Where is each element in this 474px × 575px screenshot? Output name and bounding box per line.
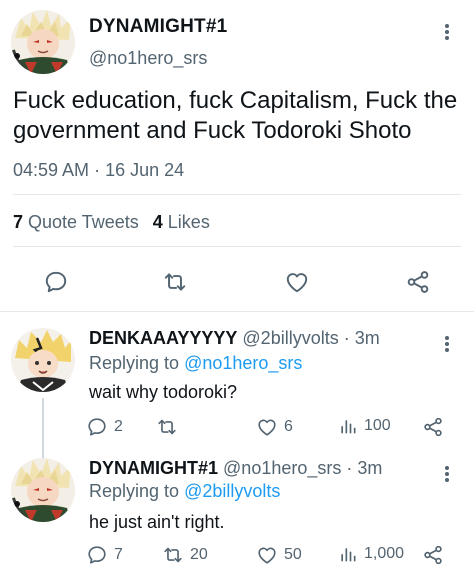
views-icon (341, 548, 356, 562)
avatar[interactable] (11, 458, 75, 522)
reply-text: he just ain't right. (89, 512, 225, 532)
like-button[interactable]: 50 (256, 544, 302, 566)
reply-count: 7 (114, 546, 123, 563)
more-vertical-icon[interactable] (441, 462, 453, 486)
reply-button[interactable]: 7 (86, 544, 123, 566)
reply-button[interactable]: 2 (86, 416, 123, 438)
views-button[interactable]: 100 (338, 416, 391, 436)
replying-to: Replying to @no1hero_srs (89, 353, 302, 374)
main-tweet: DYNAMIGHT#1 @no1hero_srs Fuck education,… (0, 0, 474, 312)
tweet-text: Fuck education, fuck Capitalism, Fuck th… (13, 87, 458, 144)
quote-tweets-label: Quote Tweets (28, 212, 139, 232)
handle[interactable]: @no1hero_srs (89, 48, 207, 69)
handle[interactable]: @2billyvolts (242, 328, 338, 348)
views-icon (341, 420, 356, 434)
reply-header: DENKAAAYYYYY @2billyvolts · 3m (89, 328, 380, 349)
avatar[interactable] (11, 10, 75, 74)
quote-tweets-stat[interactable]: 7 Quote Tweets (13, 212, 139, 233)
reply-age[interactable]: 3m (355, 328, 380, 348)
likes-label: Likes (167, 212, 210, 232)
divider (13, 194, 461, 195)
replying-to-prefix: Replying to (89, 481, 180, 501)
tweet-action-bar (0, 262, 474, 302)
share-icon[interactable] (405, 269, 431, 295)
retweet-button[interactable] (156, 416, 184, 438)
view-count: 1,000 (364, 545, 405, 562)
share-icon (424, 545, 442, 565)
tweet-time: 04:59 AM (13, 160, 90, 180)
like-count: 50 (284, 546, 302, 563)
reply-tweet[interactable]: DENKAAAYYYYY @2billyvolts · 3m Replying … (0, 312, 474, 464)
display-name[interactable]: DYNAMIGHT#1 (89, 16, 227, 38)
avatar[interactable] (11, 328, 75, 392)
header-separator: · (346, 458, 353, 478)
like-button[interactable]: 6 (256, 416, 293, 438)
retweet-icon (158, 419, 176, 435)
retweet-icon[interactable] (162, 269, 188, 295)
header-separator: · (343, 328, 350, 348)
heart-icon[interactable] (284, 269, 310, 295)
divider (13, 246, 461, 247)
views-button[interactable]: 1,000 (338, 544, 404, 564)
replying-to: Replying to @2billyvolts (89, 481, 280, 502)
likes-count: 4 (152, 212, 163, 232)
heart-icon (258, 547, 276, 564)
share-button[interactable] (422, 416, 444, 438)
more-vertical-icon[interactable] (441, 332, 453, 356)
more-vertical-icon[interactable] (441, 20, 453, 44)
handle[interactable]: @no1hero_srs (223, 458, 341, 478)
share-icon (424, 417, 442, 437)
reply-action-bar: 2 6 100 (86, 416, 474, 442)
comment-icon (88, 418, 106, 436)
engagement-stats: 7 Quote Tweets 4 Likes (13, 212, 210, 233)
display-name[interactable]: DENKAAAYYYYY (89, 328, 237, 348)
comment-icon (88, 546, 106, 564)
reply-header: DYNAMIGHT#1 @no1hero_srs · 3m (89, 458, 382, 479)
timestamp-separator: · (94, 160, 101, 180)
display-name[interactable]: DYNAMIGHT#1 (89, 458, 218, 478)
reply-tweet[interactable]: DYNAMIGHT#1 @no1hero_srs · 3m Replying t… (0, 448, 474, 575)
share-button[interactable] (422, 544, 444, 566)
quote-tweets-count: 7 (13, 212, 24, 232)
retweet-count: 20 (190, 546, 208, 563)
replying-to-mention[interactable]: @2billyvolts (184, 481, 280, 501)
reply-count: 2 (114, 418, 123, 435)
retweet-icon (164, 547, 182, 563)
reply-age[interactable]: 3m (357, 458, 382, 478)
comment-icon[interactable] (43, 269, 69, 295)
heart-icon (258, 419, 276, 436)
likes-stat[interactable]: 4 Likes (153, 212, 210, 233)
view-count: 100 (364, 417, 391, 434)
like-count: 6 (284, 418, 293, 435)
replying-to-prefix: Replying to (89, 353, 180, 373)
tweet-date: 16 Jun 24 (105, 160, 185, 180)
reply-text: wait why todoroki? (89, 382, 238, 402)
retweet-button[interactable]: 20 (162, 544, 208, 566)
tweet-timestamp[interactable]: 04:59 AM · 16 Jun 24 (13, 160, 184, 181)
reply-action-bar: 7 20 50 1,000 (86, 544, 474, 570)
replying-to-mention[interactable]: @no1hero_srs (184, 353, 302, 373)
